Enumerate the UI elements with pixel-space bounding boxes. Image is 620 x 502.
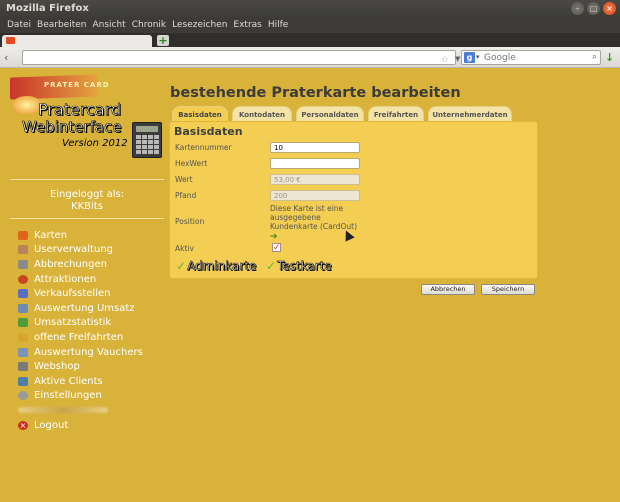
sidebar-item-auswertung-umsatz[interactable]: Auswertung Umsatz: [18, 301, 164, 316]
cart-icon: [18, 362, 28, 372]
browser-tabbar: +: [0, 33, 620, 47]
ticket-icon: [18, 332, 28, 342]
settings-icon: [18, 391, 28, 401]
blurred-label: [18, 407, 108, 414]
window-title: Mozilla Firefox: [6, 3, 89, 14]
url-bar[interactable]: ☆ ▼ ↻: [22, 50, 474, 65]
sidebar: PRATER CARD Pratercard Webinterface Vers…: [8, 74, 166, 502]
user-icon: [18, 245, 28, 255]
position-text: Diese Karte ist eine ausgegebene Kundenk…: [270, 204, 358, 231]
menu-datei[interactable]: Datei: [4, 18, 34, 33]
divider: [10, 179, 164, 180]
tab-basisdaten[interactable]: Basisdaten: [172, 106, 228, 122]
menu-bearbeiten[interactable]: Bearbeiten: [34, 18, 89, 33]
search-engine-dropdown-icon[interactable]: ▾: [476, 53, 480, 61]
testkarte-flag: ✓ Testkarte: [266, 259, 332, 274]
checkmark-icon: ✓: [266, 259, 277, 273]
wert-field: [270, 174, 360, 185]
bookmark-star-icon[interactable]: ☆: [441, 55, 449, 65]
menu-lesezeichen[interactable]: Lesezeichen: [169, 18, 230, 33]
tab-kontodaten[interactable]: Kontodaten: [232, 106, 292, 122]
calculator-icon: [132, 122, 162, 158]
divider: [10, 218, 164, 219]
position-label: Position: [175, 217, 205, 226]
logo-line2: Webinterface: [22, 118, 122, 136]
sidebar-item-auswertung-vauchers[interactable]: Auswertung Vauchers: [18, 345, 164, 360]
sidebar-item-attraktionen[interactable]: Attraktionen: [18, 272, 164, 287]
menu-extras[interactable]: Extras: [230, 18, 264, 33]
shop-icon: [18, 289, 28, 299]
voucher-icon: [18, 347, 28, 357]
tab-freifahrten[interactable]: Freifahrten: [368, 106, 424, 122]
sidebar-item-userverwaltung[interactable]: Userverwaltung: [18, 243, 164, 258]
browser-tab[interactable]: [2, 35, 152, 47]
pfand-field: [270, 190, 360, 201]
save-button[interactable]: Speichern: [481, 284, 535, 295]
clients-icon: [18, 376, 28, 386]
report-icon: [18, 303, 28, 313]
menubar: Datei Bearbeiten Ansicht Chronik Lesezei…: [0, 18, 620, 33]
wert-label: Wert: [175, 175, 193, 184]
menu-hilfe[interactable]: Hilfe: [265, 18, 291, 33]
hexwert-label: HexWert: [175, 159, 208, 168]
window-controls: – □ ×: [571, 2, 616, 15]
favicon-icon: [6, 37, 15, 44]
panel-title: Basisdaten: [174, 125, 243, 138]
aktiv-checkbox[interactable]: ✓: [272, 243, 281, 253]
logo-line1: Pratercard: [38, 100, 122, 119]
window-titlebar: Mozilla Firefox – □ ×: [0, 0, 620, 18]
logo-card-text: PRATER CARD: [44, 81, 110, 89]
sidebar-item-karten[interactable]: Karten: [18, 228, 164, 243]
adminkarte-flag: ✓ Adminkarte: [176, 259, 257, 274]
aktiv-label: Aktiv: [175, 244, 194, 253]
login-label: Eingeloggt als:: [49, 189, 125, 200]
login-info: Eingeloggt als: KKBits: [10, 189, 164, 213]
sidebar-item-offene-freifahrten[interactable]: offene Freifahrten: [18, 330, 164, 345]
search-icon[interactable]: ⌕: [592, 52, 597, 62]
sidebar-item-umsatzstatistik[interactable]: Umsatzstatistik: [18, 316, 164, 331]
menu-ansicht[interactable]: Ansicht: [89, 18, 128, 33]
logo-version: Version 2012: [62, 138, 128, 149]
chart-icon: [18, 318, 28, 328]
kartennummer-field[interactable]: [270, 142, 360, 153]
sidebar-item-abbrechungen[interactable]: Abbrechungen: [18, 257, 164, 272]
login-user: KKBits: [71, 201, 103, 212]
kartennummer-label: Kartennummer: [175, 143, 232, 152]
cards-icon: [18, 230, 28, 240]
sidebar-item-verkaufsstellen[interactable]: Verkaufsstellen: [18, 286, 164, 301]
search-bar[interactable]: g ▾ ⌕: [461, 50, 601, 65]
tab-unternehmerdaten[interactable]: Unternehmerdaten: [428, 106, 512, 122]
page-title: bestehende Praterkarte bearbeiten: [170, 85, 461, 101]
url-dropdown-icon[interactable]: ▼: [455, 55, 460, 63]
attraction-icon: [18, 274, 28, 284]
page-content: PRATER CARD Pratercard Webinterface Vers…: [0, 68, 620, 502]
tab-personaldaten[interactable]: Personaldaten: [296, 106, 364, 122]
basisdaten-panel: Basisdaten Kartennummer HexWert Wert Pfa…: [169, 121, 538, 279]
sidebar-nav: Karten Userverwaltung Abbrechungen Attra…: [18, 228, 164, 432]
back-icon[interactable]: ‹: [4, 51, 8, 64]
pratercard-logo: PRATER CARD Pratercard Webinterface Vers…: [10, 74, 134, 156]
close-icon[interactable]: ×: [603, 2, 616, 15]
download-icon[interactable]: ↓: [605, 51, 614, 64]
sidebar-item-webshop[interactable]: Webshop: [18, 359, 164, 374]
navigation-toolbar: ‹ ☆ ▼ ↻ g ▾ ⌕ ↓: [0, 47, 620, 68]
maximize-icon[interactable]: □: [587, 2, 600, 15]
sidebar-item-aktive-clients[interactable]: Aktive Clients: [18, 374, 164, 389]
minimize-icon[interactable]: –: [571, 2, 584, 15]
sidebar-item-blurred[interactable]: [18, 403, 164, 418]
arrow-right-icon[interactable]: ➔: [270, 232, 278, 242]
google-icon[interactable]: g: [464, 52, 475, 63]
cancel-button[interactable]: Abbrechen: [421, 284, 475, 295]
sidebar-item-logout[interactable]: × Logout: [18, 418, 164, 433]
menu-chronik[interactable]: Chronik: [129, 18, 169, 33]
search-input[interactable]: [484, 52, 584, 63]
sidebar-item-einstellungen[interactable]: Einstellungen: [18, 389, 164, 404]
document-icon: [18, 259, 28, 269]
logout-icon: ×: [18, 420, 28, 430]
hexwert-field[interactable]: [270, 158, 360, 169]
new-tab-button[interactable]: +: [157, 35, 169, 46]
pfand-label: Pfand: [175, 191, 197, 200]
checkmark-icon: ✓: [176, 259, 187, 273]
